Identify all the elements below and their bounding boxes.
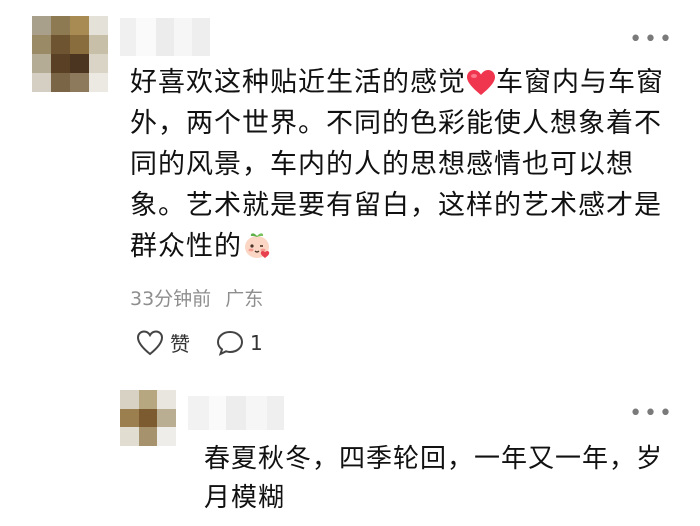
like-button[interactable]: 赞 (136, 328, 190, 357)
reply-count: 1 (250, 330, 263, 355)
heart-emoji (467, 70, 495, 95)
reply-username-blurred[interactable] (188, 396, 284, 430)
reply-button[interactable]: 1 (216, 330, 263, 356)
comment-text: 好喜欢这种贴近生活的感觉 车窗内与车窗外，两个世界。不同的色彩能使人想象着不同的风… (130, 62, 670, 267)
peach-face-emoji (245, 233, 270, 258)
avatar[interactable] (32, 16, 108, 92)
comment-text-part1: 好喜欢这种贴近生活的感觉 (130, 67, 466, 98)
more-icon[interactable]: ••• (629, 29, 674, 51)
heart-outline-icon (136, 329, 164, 355)
comment-time: 33分钟前 (130, 288, 212, 310)
comment-actions: 赞 1 (136, 328, 263, 357)
reply-avatar[interactable] (120, 390, 176, 446)
comment-bubble-icon (216, 330, 244, 356)
username-blurred[interactable] (120, 18, 210, 56)
like-label: 赞 (170, 332, 190, 356)
comment-meta: 33分钟前 广东 (130, 284, 263, 311)
comment-location: 广东 (225, 288, 264, 310)
reply-more-icon[interactable]: ••• (629, 403, 674, 425)
reply-text: 春夏秋冬，四季轮回，一年又一年，岁月模糊 (204, 444, 664, 513)
